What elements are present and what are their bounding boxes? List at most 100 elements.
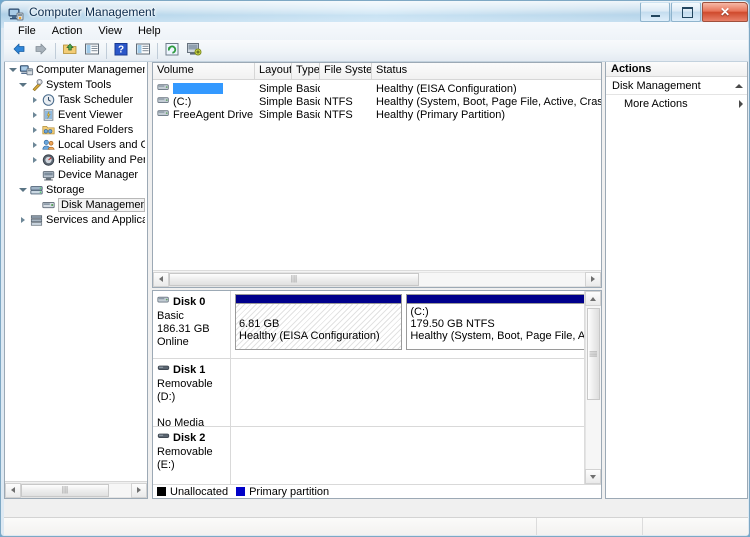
status-bar <box>4 517 748 535</box>
partition-c[interactable]: (C:) 179.50 GB NTFS Healthy (System, Boo… <box>406 294 585 350</box>
chevron-right-icon[interactable] <box>739 100 743 108</box>
tree-scroll-track[interactable]: ||| <box>21 483 131 498</box>
tree-scroll-right-arrow[interactable] <box>131 483 147 498</box>
layout-text: Simple <box>259 96 292 108</box>
tree-item-shared-folders[interactable]: Shared Folders <box>5 122 147 137</box>
volume-icon <box>157 95 170 109</box>
disk-info[interactable]: Disk 1 Removable (D:) No Media <box>153 359 231 426</box>
tree-item-label: Task Scheduler <box>56 94 133 106</box>
volume-scroll-thumb[interactable]: ||| <box>169 273 419 286</box>
expander-open-icon[interactable] <box>17 182 28 197</box>
disk-view-vertical-scrollbar[interactable]: ||| <box>584 291 601 498</box>
column-header-label: Type <box>296 64 320 76</box>
volume-scroll-track[interactable]: ||| <box>169 272 585 287</box>
tree-item-computer-management[interactable]: Computer Management (Local <box>5 62 147 77</box>
volume-cell[interactable]: (C:) <box>153 95 255 109</box>
expander-closed-icon[interactable] <box>29 92 40 107</box>
disk-row[interactable]: Disk 2 Removable (E:) No Media <box>153 427 585 484</box>
disk-scroll-up-arrow[interactable] <box>585 291 601 306</box>
disk-management-icon <box>40 197 56 212</box>
expander-open-icon[interactable] <box>7 62 18 77</box>
expander-closed-icon[interactable] <box>29 107 40 122</box>
action-item-more-actions[interactable]: More Actions <box>606 95 747 112</box>
tree-item-local-users-and-groups[interactable]: Local Users and Groups <box>5 137 147 152</box>
help-button[interactable]: ? <box>110 41 132 61</box>
services-icon <box>28 212 44 227</box>
menu-bar: File Action View Help <box>4 22 748 40</box>
minimize-button[interactable] <box>640 2 670 22</box>
performance-icon <box>40 152 56 167</box>
tree-horizontal-scrollbar[interactable]: ||| <box>5 481 147 498</box>
tree-item-system-tools[interactable]: System Tools <box>5 77 147 92</box>
expander-closed-icon[interactable] <box>29 152 40 167</box>
volume-label: FreeAgent Drive (G:) <box>173 109 255 121</box>
rescan-disks-icon <box>186 41 202 60</box>
tree-item-disk-management[interactable]: Disk Management <box>5 197 147 212</box>
computer-icon <box>18 62 34 77</box>
layout-text: Simple <box>259 83 292 95</box>
column-header-layout[interactable]: Layout <box>255 63 292 79</box>
properties-button[interactable] <box>132 41 154 61</box>
menu-action[interactable]: Action <box>44 24 91 38</box>
column-header-label: Layout <box>259 64 292 76</box>
close-button[interactable]: ✕ <box>702 2 748 22</box>
tree-item-label: Local Users and Groups <box>56 139 145 151</box>
rescan-disks-button[interactable] <box>183 41 205 61</box>
expander-closed-icon[interactable] <box>17 212 28 227</box>
table-row[interactable]: (C:) Simple Basic NTFS Healthy (System, … <box>153 95 601 108</box>
event-viewer-icon <box>40 107 56 122</box>
forward-button[interactable] <box>30 41 52 61</box>
volume-cell[interactable]: FreeAgent Drive (G:) <box>153 108 255 122</box>
forward-arrow-icon <box>33 41 49 60</box>
volume-list-horizontal-scrollbar[interactable]: ||| <box>153 270 601 287</box>
action-group-disk-management[interactable]: Disk Management <box>606 77 747 95</box>
table-row[interactable]: Simple Basic Healthy (EISA Configuration… <box>153 82 601 95</box>
partition-capacity-bar <box>407 295 585 304</box>
partition-eisa[interactable]: 6.81 GB Healthy (EISA Configuration) <box>235 294 402 350</box>
up-one-level-button[interactable] <box>59 41 81 61</box>
column-header-status[interactable]: Status <box>372 63 601 79</box>
disk-scroll-track[interactable]: ||| <box>585 306 602 469</box>
status-bar-segment-2 <box>536 518 642 535</box>
expander-open-icon[interactable] <box>17 77 28 92</box>
tree-item-event-viewer[interactable]: Event Viewer <box>5 107 147 122</box>
column-header-type[interactable]: Type <box>292 63 320 79</box>
column-header-file-system[interactable]: File System <box>320 63 372 79</box>
disk-scroll-down-arrow[interactable] <box>585 469 601 484</box>
layout-cell: Simple <box>255 109 292 121</box>
disk-row[interactable]: Disk 0 Basic 186.31 GB Online 6.81 GB <box>153 291 585 359</box>
chevron-up-icon[interactable] <box>735 84 743 88</box>
column-header-volume[interactable]: Volume <box>153 63 255 79</box>
refresh-button[interactable] <box>161 41 183 61</box>
volume-scroll-right-arrow[interactable] <box>585 272 601 287</box>
table-row[interactable]: FreeAgent Drive (G:) Simple Basic NTFS H… <box>153 108 601 121</box>
volume-scroll-left-arrow[interactable] <box>153 272 169 287</box>
tree-item-task-scheduler[interactable]: Task Scheduler <box>5 92 147 107</box>
tree-item-device-manager[interactable]: Device Manager <box>5 167 147 182</box>
tree-scroll-thumb[interactable]: ||| <box>21 484 109 497</box>
show-hide-tree-button[interactable] <box>81 41 103 61</box>
expander-closed-icon[interactable] <box>29 122 40 137</box>
disk-scroll-thumb[interactable]: ||| <box>587 308 600 400</box>
disk-title: Disk 2 <box>157 431 230 445</box>
tree-item-storage[interactable]: Storage <box>5 182 147 197</box>
file-system-text: NTFS <box>324 109 353 121</box>
menu-action-label: Action <box>52 25 83 37</box>
disk-info[interactable]: Disk 0 Basic 186.31 GB Online <box>153 291 231 358</box>
disk-info[interactable]: Disk 2 Removable (E:) No Media <box>153 427 231 484</box>
tree-item-reliability-and-performance[interactable]: Reliability and Performa <box>5 152 147 167</box>
expander-closed-icon[interactable] <box>29 137 40 152</box>
tree-item-services-and-applications[interactable]: Services and Applications <box>5 212 147 227</box>
maximize-button[interactable] <box>671 2 701 22</box>
back-button[interactable] <box>8 41 30 61</box>
scroll-grip-icon: ||| <box>62 486 68 494</box>
menu-file[interactable]: File <box>10 24 44 38</box>
menu-help[interactable]: Help <box>130 24 169 38</box>
tree-scroll-left-arrow[interactable] <box>5 483 21 498</box>
disk-row[interactable]: Disk 1 Removable (D:) No Media <box>153 359 585 427</box>
menu-view[interactable]: View <box>90 24 130 38</box>
disk-type: Removable (D:) <box>157 378 230 404</box>
hard-disk-icon <box>157 295 170 309</box>
volume-cell[interactable] <box>153 82 255 96</box>
disk-type: Basic <box>157 310 230 323</box>
